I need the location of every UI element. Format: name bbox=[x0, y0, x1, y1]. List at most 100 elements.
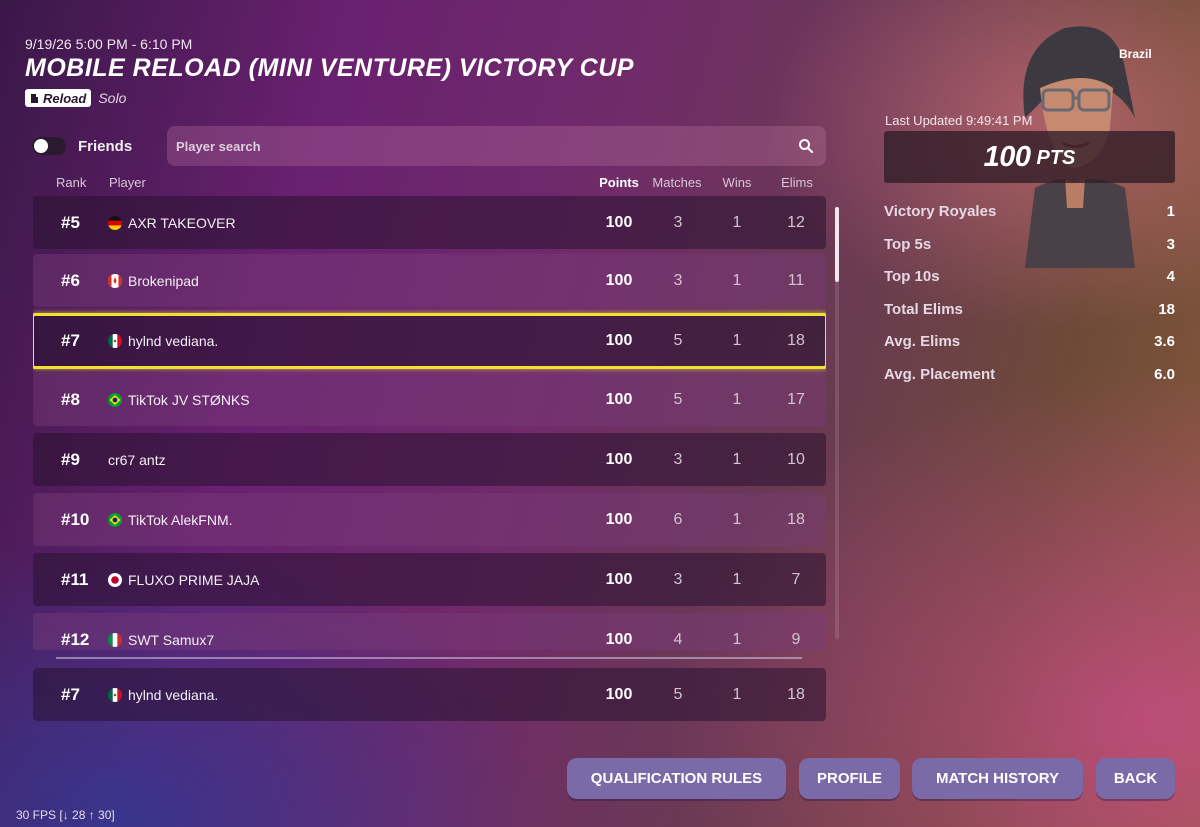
row-wins: 1 bbox=[732, 510, 742, 528]
stat-row: Top 10s 4 bbox=[884, 268, 1175, 301]
points-total-unit: PTS bbox=[1036, 147, 1076, 169]
japan-flag-icon bbox=[108, 572, 122, 587]
reload-badge: Reload bbox=[25, 89, 92, 107]
row-elims: 12 bbox=[787, 213, 805, 231]
row-elims: 7 bbox=[791, 570, 801, 588]
row-wins: 1 bbox=[732, 390, 742, 408]
stat-value: 6.0 bbox=[1154, 365, 1175, 383]
row-player: TikTok JV STØNKS bbox=[108, 373, 250, 426]
last-updated: Last Updated 9:49:41 PM bbox=[885, 113, 1033, 128]
stat-row: Avg. Elims 3.6 bbox=[884, 333, 1175, 366]
header-points: Points bbox=[599, 175, 639, 190]
reload-icon bbox=[31, 93, 38, 103]
mode-label: Solo bbox=[98, 90, 127, 106]
row-matches: 3 bbox=[673, 271, 683, 289]
player-search-input[interactable] bbox=[167, 137, 798, 155]
profile-button[interactable]: PROFILE bbox=[799, 758, 900, 799]
row-wins: 1 bbox=[732, 450, 742, 468]
leaderboard-table[interactable]: #5 AXR TAKEOVER 100 3 1 12 #6 Brokenipad… bbox=[33, 196, 826, 650]
header-matches: Matches bbox=[652, 175, 702, 190]
qualification-rules-button[interactable]: QUALIFICATION RULES bbox=[567, 758, 786, 799]
stat-row: Avg. Placement 6.0 bbox=[884, 366, 1175, 399]
row-player-name: AXR TAKEOVER bbox=[128, 214, 236, 231]
points-total-box: 100 PTS bbox=[884, 131, 1175, 183]
row-player-name: Brokenipad bbox=[128, 272, 199, 289]
row-wins: 1 bbox=[732, 332, 742, 349]
row-wins: 1 bbox=[732, 630, 742, 648]
header-elims: Elims bbox=[781, 175, 813, 190]
table-row-current-player[interactable]: #7 hylnd vediana. 100 5 1 18 bbox=[33, 313, 826, 369]
table-row[interactable]: #12 SWT Samux7 100 4 1 9 bbox=[33, 613, 826, 650]
search-icon[interactable] bbox=[798, 138, 814, 154]
row-player: FLUXO PRIME JAJA bbox=[108, 553, 259, 606]
row-points: 100 bbox=[605, 390, 633, 408]
table-row[interactable]: #9 cr67 antz 100 3 1 10 bbox=[33, 433, 826, 486]
table-row[interactable]: #5 AXR TAKEOVER 100 3 1 12 bbox=[33, 196, 826, 249]
player-search-box[interactable] bbox=[167, 126, 826, 166]
brazil-flag-icon bbox=[108, 512, 122, 527]
row-wins: 1 bbox=[732, 685, 742, 703]
stat-label: Total Elims bbox=[884, 300, 963, 318]
mexico-flag-icon bbox=[108, 334, 122, 348]
row-wins: 1 bbox=[732, 213, 742, 231]
table-row[interactable]: #8 TikTok JV STØNKS 100 5 1 17 bbox=[33, 373, 826, 426]
canada-flag-icon bbox=[108, 273, 122, 288]
points-total-value: 100 bbox=[983, 140, 1031, 173]
stat-row: Total Elims 18 bbox=[884, 301, 1175, 334]
table-row[interactable]: #10 TikTok AlekFNM. 100 6 1 18 bbox=[33, 493, 826, 546]
leaderboard-scrollbar[interactable] bbox=[835, 207, 839, 639]
row-rank: #11 bbox=[61, 569, 89, 589]
back-button[interactable]: BACK bbox=[1096, 758, 1175, 799]
row-points: 100 bbox=[605, 213, 633, 231]
brazil-flag-icon bbox=[108, 392, 122, 407]
row-player-name: TikTok AlekFNM. bbox=[128, 511, 233, 528]
row-elims: 9 bbox=[791, 630, 801, 648]
row-player: AXR TAKEOVER bbox=[108, 196, 236, 249]
row-rank: #8 bbox=[61, 389, 80, 409]
row-rank: #10 bbox=[61, 509, 90, 529]
stat-label: Top 10s bbox=[884, 268, 940, 285]
row-points: 100 bbox=[605, 271, 633, 289]
stat-row: Victory Royales 1 bbox=[884, 203, 1175, 236]
row-matches: 3 bbox=[673, 450, 683, 468]
header-player: Player bbox=[109, 175, 146, 190]
friends-toggle[interactable] bbox=[32, 137, 66, 155]
row-player-name: cr67 antz bbox=[108, 451, 166, 468]
scrollbar-thumb[interactable] bbox=[835, 207, 839, 282]
stat-value: 4 bbox=[1166, 268, 1175, 285]
my-rank-row[interactable]: #7 hylnd vediana. 100 5 1 18 bbox=[33, 668, 826, 721]
row-elims: 11 bbox=[787, 271, 805, 289]
row-matches: 3 bbox=[673, 570, 683, 588]
event-datetime: 9/19/26 5:00 PM - 6:10 PM bbox=[25, 36, 193, 52]
stat-value: 3.6 bbox=[1154, 333, 1175, 350]
row-points: 100 bbox=[605, 630, 633, 648]
row-points: 100 bbox=[605, 510, 633, 528]
country-label: Brazil bbox=[1119, 47, 1152, 61]
italy-flag-icon bbox=[108, 632, 122, 647]
event-title: MOBILE RELOAD (MINI VENTURE) VICTORY CUP bbox=[25, 54, 634, 82]
header-rank: Rank bbox=[56, 175, 87, 190]
row-elims: 17 bbox=[787, 390, 805, 408]
row-player: SWT Samux7 bbox=[108, 613, 214, 650]
row-elims: 18 bbox=[787, 685, 805, 703]
match-history-button[interactable]: MATCH HISTORY bbox=[912, 758, 1083, 799]
row-player-name: SWT Samux7 bbox=[128, 631, 215, 648]
row-matches: 3 bbox=[673, 213, 683, 231]
row-player-name: TikTok JV STØNKS bbox=[128, 391, 250, 408]
row-points: 100 bbox=[605, 450, 633, 468]
reload-badge-label: Reload bbox=[43, 90, 87, 106]
row-points: 100 bbox=[605, 570, 633, 588]
row-rank: #7 bbox=[61, 684, 80, 704]
table-row[interactable]: #6 Brokenipad 100 3 1 11 bbox=[33, 254, 826, 307]
mexico-flag-icon bbox=[108, 687, 122, 702]
row-player-name: hylnd vediana. bbox=[128, 686, 219, 703]
friends-filter[interactable]: Friends bbox=[32, 137, 132, 155]
row-wins: 1 bbox=[732, 570, 742, 588]
row-elims: 18 bbox=[787, 510, 805, 528]
row-points: 100 bbox=[605, 332, 633, 349]
player-stats: Victory Royales 1 Top 5s 3 Top 10s 4 Total … bbox=[884, 203, 1175, 398]
table-row[interactable]: #11 FLUXO PRIME JAJA 100 3 1 7 bbox=[33, 553, 826, 606]
stat-label: Avg. Placement bbox=[884, 365, 996, 383]
row-player: cr67 antz bbox=[108, 433, 166, 486]
row-elims: 18 bbox=[787, 332, 805, 349]
